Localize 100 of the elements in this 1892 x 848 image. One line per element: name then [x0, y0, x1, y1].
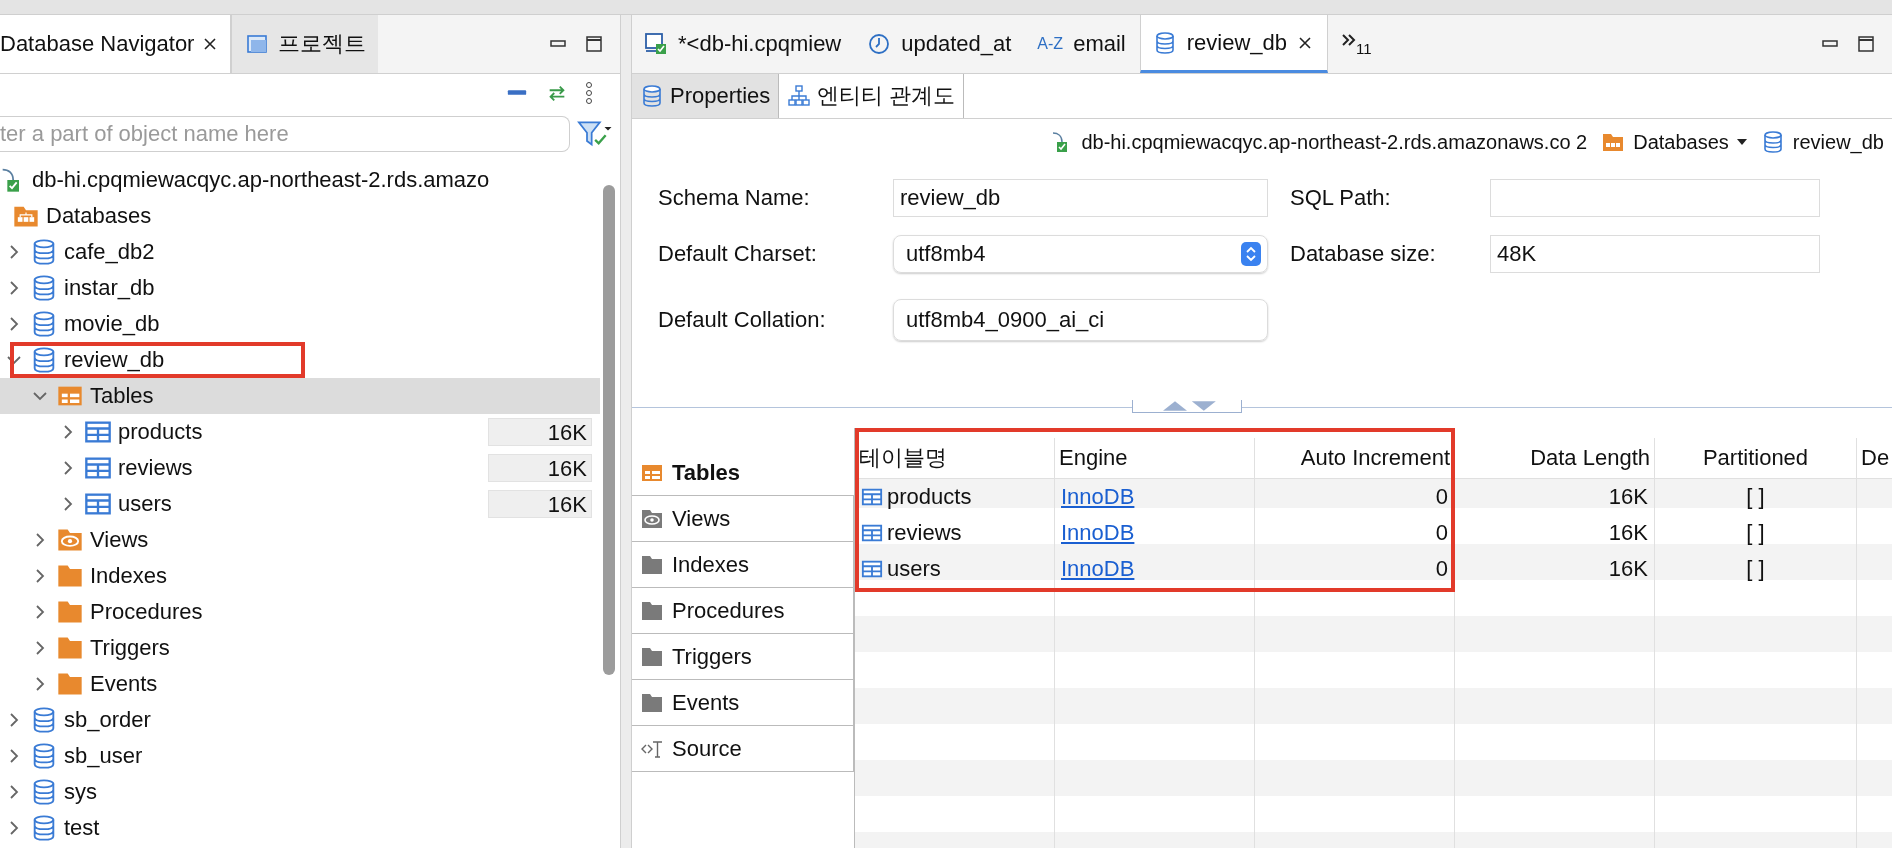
column-header[interactable]: Auto Increment: [1255, 438, 1455, 478]
field-label: Schema Name:: [658, 185, 811, 211]
engine-link[interactable]: InnoDB: [1061, 556, 1135, 582]
view-tab[interactable]: Properties: [632, 74, 780, 118]
tree-label: Databases: [46, 203, 152, 229]
panel-tab[interactable]: Database Navigator: [0, 15, 232, 73]
tree-label: sys: [64, 779, 97, 805]
column-header[interactable]: Partitioned: [1655, 438, 1857, 478]
scrollbar[interactable]: [603, 185, 615, 675]
tree-item[interactable]: instar_db: [0, 270, 600, 306]
database-icon: [640, 84, 664, 108]
editor-tab[interactable]: A-Z email: [1025, 15, 1140, 73]
filter-icon[interactable]: [576, 120, 612, 148]
table-cell: 0: [1435, 484, 1448, 510]
breadcrumb-item[interactable]: db-hi.cpqmiewacqyc.ap-northeast-2.rds.amazonaws.co 2: [1049, 130, 1588, 154]
size-badge: 16K: [488, 490, 592, 518]
engine-link[interactable]: InnoDB: [1061, 484, 1135, 510]
combo-field[interactable]: utf8mb4_0900_ai_ci: [893, 299, 1268, 341]
table-cell: [ ]: [1746, 556, 1765, 582]
tree-item[interactable]: movie_db: [0, 306, 600, 342]
tree-item[interactable]: users 16K: [0, 486, 600, 522]
section-tab[interactable]: Procedures: [632, 588, 854, 634]
breadcrumb-item[interactable]: Databases: [1601, 130, 1747, 154]
column-header[interactable]: Engine: [1055, 438, 1255, 478]
stepper-icon: [1241, 242, 1261, 266]
tree-label: Tables: [90, 383, 154, 409]
tree-item[interactable]: sb_user: [0, 738, 600, 774]
field-label: Default Collation:: [658, 307, 827, 333]
select-field[interactable]: utf8mb4: [893, 235, 1268, 273]
search-field[interactable]: ter a part of object name here: [0, 116, 570, 152]
close-icon[interactable]: [1297, 34, 1313, 51]
tree-item[interactable]: Triggers: [0, 630, 600, 666]
tree-item[interactable]: Views: [0, 522, 600, 558]
text-field[interactable]: 48K: [1490, 235, 1820, 273]
section-tab[interactable]: Triggers: [632, 634, 854, 680]
sash-handle[interactable]: [1132, 400, 1242, 413]
editor-tab[interactable]: review_db: [1139, 15, 1328, 73]
tree-label: reviews: [118, 455, 193, 481]
table-cell: 16K: [1608, 484, 1648, 510]
engine-link[interactable]: InnoDB: [1061, 520, 1135, 546]
table-cell: products: [887, 484, 972, 510]
text-field[interactable]: review_db: [893, 179, 1268, 217]
tree-label: Procedures: [90, 599, 203, 625]
column-header[interactable]: De: [1857, 438, 1892, 478]
tree-label: sb_order: [64, 707, 151, 733]
table-icon: [861, 522, 883, 544]
tree-label: Indexes: [90, 563, 168, 589]
tree-label: movie_db: [64, 311, 160, 337]
tree-item[interactable]: review_db: [0, 342, 600, 378]
close-icon[interactable]: [202, 36, 219, 52]
section-tab[interactable]: Indexes: [632, 542, 854, 588]
field-label: Database size:: [1290, 241, 1437, 267]
tree-item[interactable]: products 16K: [0, 414, 600, 450]
maximize-icon[interactable]: [1856, 34, 1876, 54]
column-header[interactable]: 테이블명: [855, 438, 1055, 478]
tree-label: Triggers: [90, 635, 170, 661]
section-tab[interactable]: Views: [632, 496, 854, 542]
maximize-icon[interactable]: [584, 34, 604, 54]
tree-label: Views: [90, 527, 149, 553]
table-icon: [861, 486, 883, 508]
tree-label: instar_db: [64, 275, 155, 301]
tree-item[interactable]: Procedures: [0, 594, 600, 630]
tree-label: cafe_db2: [64, 239, 155, 265]
tree-label: review_db: [64, 347, 165, 373]
tree-item[interactable]: Indexes: [0, 558, 600, 594]
tree-label: products: [118, 419, 203, 445]
tree-item[interactable]: sb_order: [0, 702, 600, 738]
tree-item[interactable]: reviews 16K: [0, 450, 600, 486]
table-cell: users: [887, 556, 941, 582]
tree-label: test: [64, 815, 100, 841]
dropdown-icon: [1736, 138, 1747, 146]
table-cell: 16K: [1608, 520, 1648, 546]
clock-icon: [867, 32, 892, 56]
breadcrumb-item[interactable]: review_db: [1760, 130, 1884, 154]
table-cell: reviews: [887, 520, 962, 546]
diagram-icon: [787, 84, 812, 108]
tree-item[interactable]: sys: [0, 774, 600, 810]
table-cell: 0: [1435, 556, 1448, 582]
field-label: Default Charset:: [658, 241, 818, 267]
section-tab[interactable]: Events: [632, 680, 854, 726]
tree-item[interactable]: test: [0, 810, 600, 846]
field-label: SQL Path:: [1290, 185, 1392, 211]
tree-item[interactable]: Tables: [0, 378, 600, 414]
tree-label: sb_user: [64, 743, 143, 769]
more-tabs-button[interactable]: 11: [1328, 31, 1386, 57]
tree-item[interactable]: cafe_db2: [0, 234, 600, 270]
monitor-icon: [644, 32, 668, 56]
size-badge: 16K: [488, 454, 592, 482]
panel-tab[interactable]: 프로젝트: [231, 15, 379, 73]
editor-tab[interactable]: updated_at: [855, 15, 1026, 73]
section-tab[interactable]: Source: [632, 726, 854, 772]
text-field[interactable]: [1490, 179, 1820, 217]
tree-item[interactable]: Events: [0, 666, 600, 702]
column-header[interactable]: Data Length: [1455, 438, 1655, 478]
table-cell: 0: [1435, 520, 1448, 546]
tree-item[interactable]: db-hi.cpqmiewacqyc.ap-northeast-2.rds.amazo: [0, 162, 600, 198]
tree-label: db-hi.cpqmiewacqyc.ap-northeast-2.rds.amazo: [32, 167, 490, 193]
tree-item[interactable]: Databases: [0, 198, 600, 234]
editor-tab[interactable]: *<db-hi.cpqmiew: [632, 15, 856, 73]
more-icon[interactable]: [584, 81, 594, 105]
